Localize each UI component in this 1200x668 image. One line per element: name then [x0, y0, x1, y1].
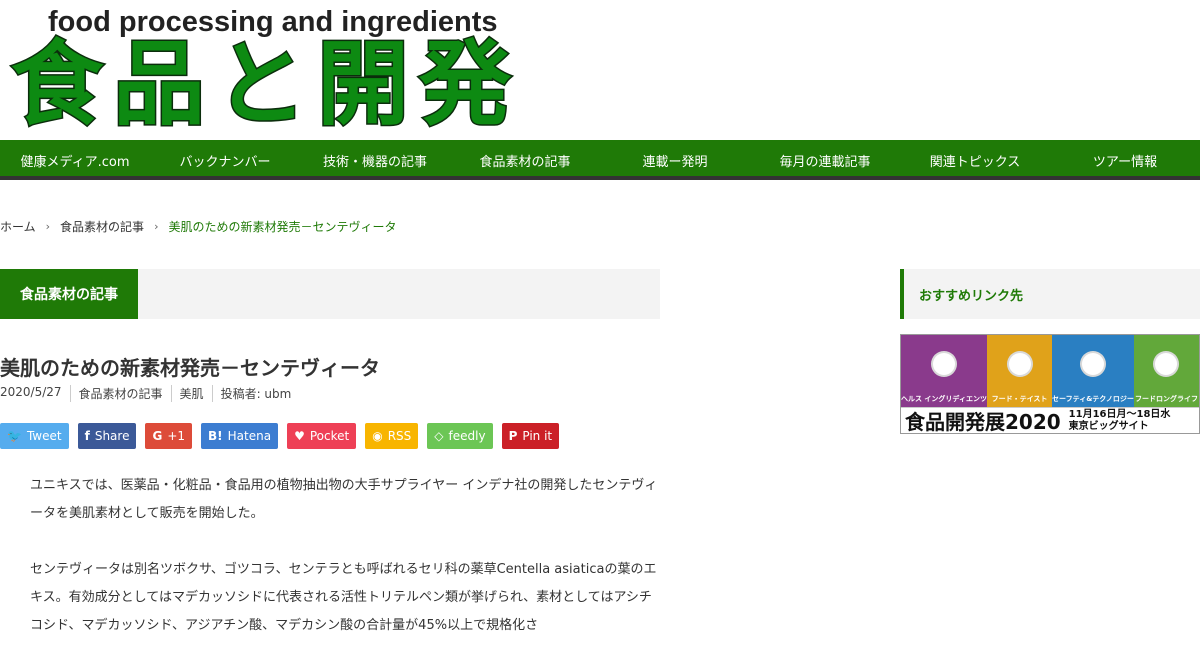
- breadcrumb-category[interactable]: 食品素材の記事: [60, 218, 144, 235]
- logo-kanji: 食 品 と 開 発: [6, 31, 516, 138]
- article-date: 2020/5/27: [0, 385, 62, 399]
- sidebar-heading: おすすめリンク先: [900, 269, 1200, 319]
- article-paragraph: センテヴィータは別名ツボクサ、ゴツコラ、センテラとも呼ばれるセリ科の薬草Cent…: [30, 562, 657, 633]
- nav-item-kenko-media[interactable]: 健康メディア.com: [0, 140, 150, 180]
- pocket-button[interactable]: ♥ Pocket: [287, 423, 357, 449]
- hatena-button[interactable]: B! Hatena: [201, 423, 279, 449]
- tile-name: フードロングライフ: [1134, 395, 1198, 403]
- category-heading-band: 食品素材の記事: [0, 269, 660, 319]
- article-category-link[interactable]: 食品素材の記事: [69, 385, 171, 402]
- share-label: Pin it: [522, 429, 553, 443]
- breadcrumb-home[interactable]: ホーム: [0, 218, 36, 235]
- logo-kanji-char: 開: [315, 31, 410, 138]
- share-label: RSS: [387, 429, 412, 443]
- pinterest-button[interactable]: P Pin it: [501, 423, 560, 449]
- nav-item-monthly[interactable]: 毎月の連載記事: [750, 140, 900, 180]
- nav-item-tour[interactable]: ツアー情報: [1050, 140, 1200, 180]
- banner-tiles: ヘルス イングリディエンツ フード・テイスト セーフティ&テクノロジー フードロ…: [901, 335, 1199, 407]
- share-buttons: 🐦 Tweet f Share G +1 B! Hatena ♥ Pocket …: [0, 423, 568, 449]
- logo-kanji-char: 品: [111, 31, 206, 138]
- article-author: 投稿者: ubm: [211, 385, 300, 402]
- hatena-icon: B!: [208, 429, 223, 443]
- pinterest-icon: P: [508, 429, 518, 443]
- article-paragraph: ユニキスでは、医薬品・化粧品・食品用の植物抽出物の大手サプライヤー インデナ社の…: [30, 478, 658, 521]
- share-label: +1: [167, 429, 186, 443]
- banner-tile: セーフティ&テクノロジー: [1052, 335, 1134, 407]
- chevron-right-icon: ›: [45, 220, 51, 233]
- nav-item-invention[interactable]: 連載ー発明: [600, 140, 750, 180]
- nav-item-technology[interactable]: 技術・機器の記事: [300, 140, 450, 180]
- feedly-icon: ◇: [434, 429, 444, 443]
- nav-item-back-number[interactable]: バックナンバー: [150, 140, 300, 180]
- feedly-button[interactable]: ◇ feedly: [427, 423, 493, 449]
- global-nav: 健康メディア.com バックナンバー 技術・機器の記事 食品素材の記事 連載ー発…: [0, 140, 1200, 180]
- banner-caption: 食品開発展2020 11月16日月～18日水 東京ビッグサイト: [901, 407, 1199, 433]
- breadcrumb-current: 美肌のための新素材発売－センテヴィータ: [168, 220, 397, 234]
- google-plus-icon: G: [152, 429, 163, 443]
- article-body: ユニキスでは、医薬品・化粧品・食品用の植物抽出物の大手サプライヤー インデナ社の…: [30, 472, 662, 668]
- google-plus-button[interactable]: G +1: [145, 423, 193, 449]
- banner-date-block: 11月16日月～18日水 東京ビッグサイト: [1069, 409, 1171, 433]
- logo-kanji-char: 発: [417, 31, 512, 138]
- hi-logo-icon: [930, 351, 957, 377]
- tile-name: ヘルス イングリディエンツ: [901, 395, 987, 403]
- rss-button[interactable]: ◉ RSS: [365, 423, 419, 449]
- share-label: Hatena: [227, 429, 272, 443]
- chevron-right-icon: ›: [154, 220, 159, 233]
- nav-item-ingredients[interactable]: 食品素材の記事: [450, 140, 600, 180]
- category-heading: 食品素材の記事: [0, 269, 138, 319]
- banner-tile: ヘルス イングリディエンツ: [901, 335, 987, 407]
- s-logo-icon: [1079, 351, 1106, 377]
- article-meta: 2020/5/27 食品素材の記事 美肌 投稿者: ubm: [0, 385, 299, 402]
- twitter-icon: 🐦: [7, 429, 22, 443]
- facebook-icon: f: [84, 429, 90, 443]
- logo-kanji-char: と: [213, 31, 308, 138]
- site-logo[interactable]: food processing and ingredients 食 品 と 開 …: [6, 4, 516, 132]
- rss-icon: ◉: [372, 429, 383, 443]
- banner-dates: 11月16日月～18日水: [1068, 408, 1171, 420]
- banner-title: 食品開発展2020: [905, 410, 1061, 434]
- article-title: 美肌のための新素材発売－センテヴィータ: [0, 356, 380, 380]
- share-label: Share: [94, 429, 130, 443]
- share-label: Tweet: [26, 429, 62, 443]
- ll-logo-icon: [1153, 351, 1180, 377]
- pocket-icon: ♥: [294, 429, 305, 443]
- tweet-button[interactable]: 🐦 Tweet: [0, 423, 69, 449]
- share-label: Pocket: [309, 429, 350, 443]
- site-header: food processing and ingredients 食 品 と 開 …: [0, 0, 1200, 140]
- nav-item-topics[interactable]: 関連トピックス: [900, 140, 1050, 180]
- article-tag-link[interactable]: 美肌: [170, 385, 212, 402]
- breadcrumb: ホーム › 食品素材の記事 › 美肌のための新素材発売－センテヴィータ: [0, 218, 396, 235]
- share-label: feedly: [448, 429, 486, 443]
- banner-tile: フード・テイスト: [986, 335, 1053, 407]
- logo-kanji-char: 食: [9, 31, 104, 138]
- tile-name: セーフティ&テクノロジー: [1052, 395, 1134, 403]
- facebook-share-button[interactable]: f Share: [77, 423, 137, 449]
- banner-tile: フードロングライフ: [1133, 335, 1199, 407]
- banner-venue: 東京ビッグサイト: [1068, 420, 1149, 432]
- event-banner[interactable]: ヘルス イングリディエンツ フード・テイスト セーフティ&テクノロジー フードロ…: [900, 334, 1200, 434]
- fit-logo-icon: [1006, 351, 1033, 377]
- tile-name: フード・テイスト: [991, 395, 1048, 403]
